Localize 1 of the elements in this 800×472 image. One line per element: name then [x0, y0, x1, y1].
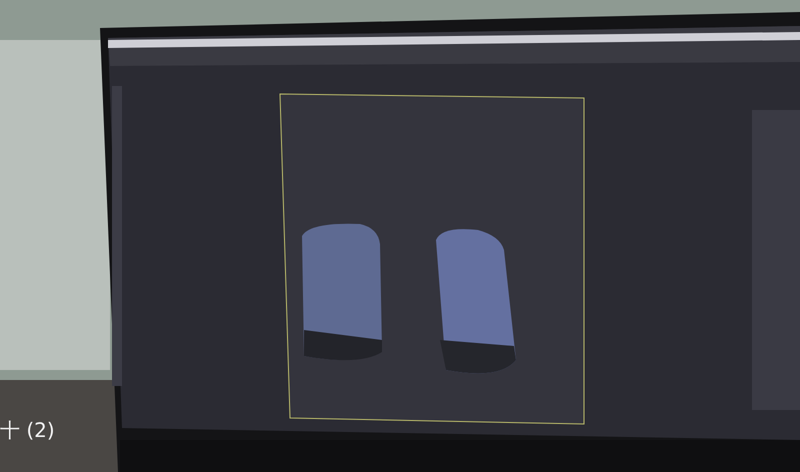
video-caption: 十 (2) [0, 418, 55, 442]
